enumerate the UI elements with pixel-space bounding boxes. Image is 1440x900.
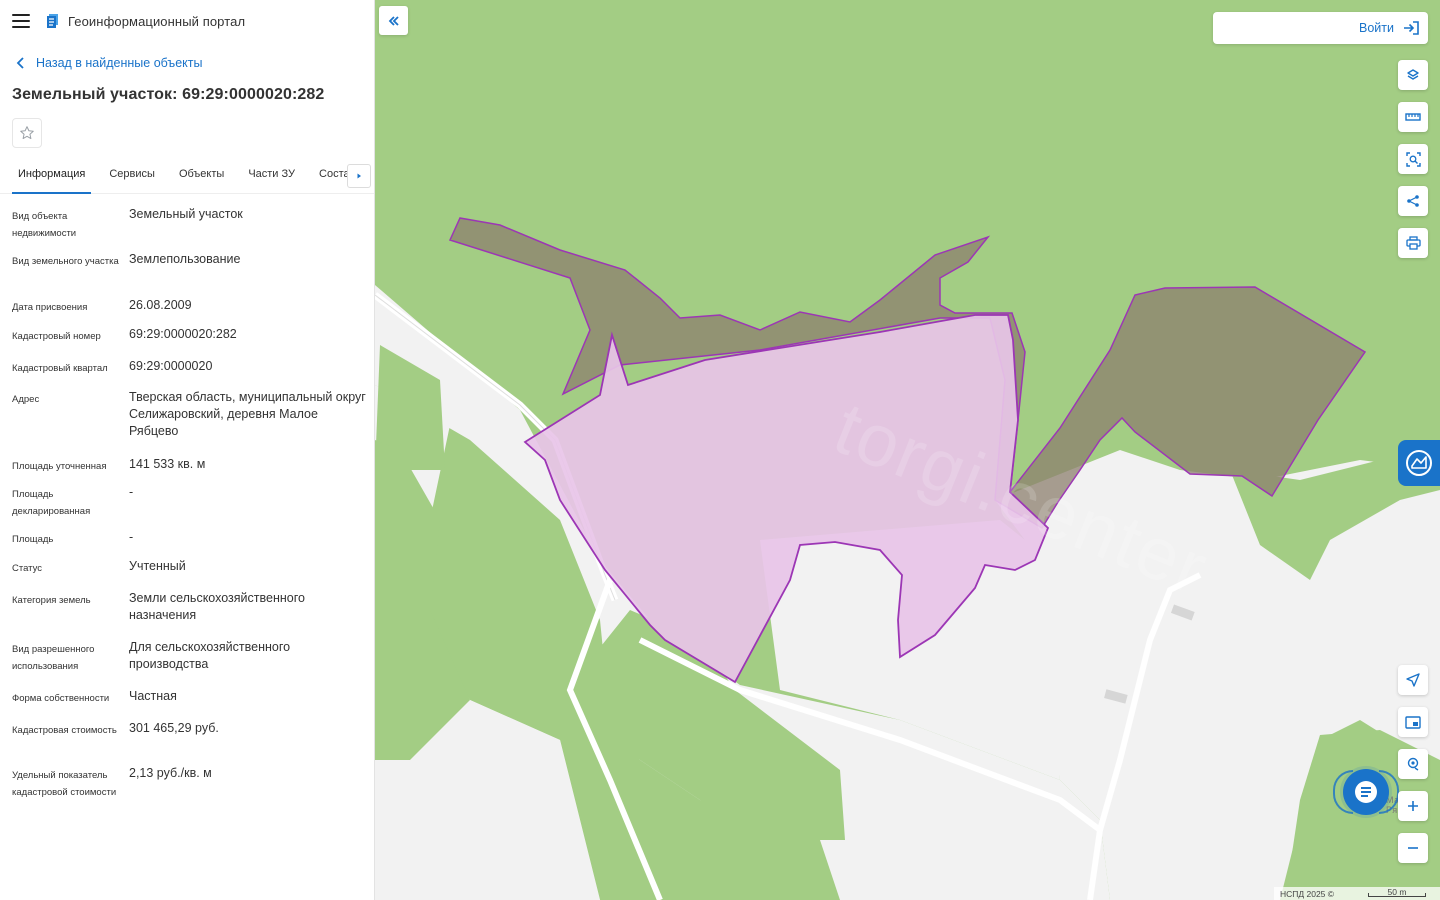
layers-button[interactable] xyxy=(1398,60,1428,90)
back-to-results-link[interactable]: Назад в найденные объекты xyxy=(14,54,374,72)
info-label: Статус xyxy=(12,563,43,574)
map-scale: 50 m xyxy=(1368,887,1426,899)
minimap-button[interactable] xyxy=(1398,707,1428,737)
map-chat-icon xyxy=(1406,450,1432,476)
info-label: Кадастровая стоимость xyxy=(12,725,117,736)
info-label: Кадастровый квартал xyxy=(12,363,108,374)
info-value: 69:29:0000020:282 xyxy=(129,327,237,341)
info-value: 69:29:0000020 xyxy=(129,359,213,373)
double-chevron-left-icon xyxy=(388,15,399,26)
location-pin-icon xyxy=(1407,757,1419,771)
info-label: Удельный показатель кадастровой стоимост… xyxy=(12,770,117,798)
tab-information[interactable]: Информация xyxy=(12,164,92,194)
share-icon xyxy=(1407,195,1419,207)
tabs-scroll-right-button[interactable] xyxy=(347,164,371,188)
info-value: 301 465,29 руб. xyxy=(129,721,219,735)
ruler-button[interactable] xyxy=(1398,102,1428,132)
tabs-bar: Информация Сервисы Объекты Части ЗУ Сост… xyxy=(0,164,374,194)
layers-icon xyxy=(1407,69,1419,80)
chat-button[interactable] xyxy=(1343,769,1389,815)
info-label: Категория земель xyxy=(12,595,91,606)
share-button[interactable] xyxy=(1398,186,1428,216)
info-value: Для сельскохозяйственного производства xyxy=(129,640,291,671)
top-bar: Геоинформационный портал xyxy=(0,0,374,42)
app-root: Геоинформационный портал Назад в найденн… xyxy=(0,0,1440,900)
zoom-in-button[interactable] xyxy=(1398,791,1428,821)
object-title: Земельный участок: 69:29:0000020:282 xyxy=(12,86,325,103)
info-label: Дата присвоения xyxy=(12,302,88,313)
info-label: Форма собственности xyxy=(12,693,110,704)
portal-title[interactable]: Геоинформационный портал xyxy=(68,14,245,29)
print-icon xyxy=(1405,236,1421,250)
scale-bar xyxy=(1368,893,1426,897)
info-label: Площадь декларированная xyxy=(12,489,91,517)
area-select-icon xyxy=(1405,151,1421,167)
area-select-button[interactable] xyxy=(1398,144,1428,174)
login-button[interactable]: Войти xyxy=(1213,12,1428,44)
info-label: Вид земельного участка xyxy=(12,256,119,267)
zoom-out-button[interactable] xyxy=(1398,833,1428,863)
map-chat-side-tab[interactable] xyxy=(1398,440,1440,486)
star-outline-icon xyxy=(20,126,34,140)
caret-right-icon xyxy=(357,173,361,179)
attribution-text: НСПД 2025 © xyxy=(1280,888,1335,899)
zoom-out-icon xyxy=(1408,847,1418,849)
info-value: 26.08.2009 xyxy=(129,298,192,312)
info-value: - xyxy=(129,530,134,544)
picture-in-picture-icon xyxy=(1405,715,1421,729)
map-view[interactable]: torgi.center Малое Рябцево xyxy=(375,0,1440,900)
info-value: - xyxy=(129,485,134,499)
info-value: Земельный участок xyxy=(129,207,243,221)
info-value: Учтенный xyxy=(129,559,186,573)
sidebar-panel: Геоинформационный портал Назад в найденн… xyxy=(0,0,375,900)
portal-logo-icon[interactable] xyxy=(46,13,60,29)
tab-services[interactable]: Сервисы xyxy=(103,164,161,194)
login-label: Войти xyxy=(1359,21,1394,35)
info-value: Частная xyxy=(129,689,177,703)
info-label: Кадастровый номер xyxy=(12,331,101,342)
info-value: 2,13 руб./кв. м xyxy=(129,766,212,780)
info-value: 141 533 кв. м xyxy=(129,457,206,471)
navigate-arrow-icon xyxy=(1406,673,1420,687)
favorite-button[interactable] xyxy=(12,118,42,148)
chat-bubble-icon xyxy=(1355,781,1377,803)
back-link-label: Назад в найденные объекты xyxy=(36,56,203,70)
info-label: Вид объекта недвижимости xyxy=(12,211,77,239)
print-button[interactable] xyxy=(1398,228,1428,258)
location-button[interactable] xyxy=(1398,749,1428,779)
info-label: Вид разрешенного использования xyxy=(12,644,95,672)
chevron-left-icon xyxy=(16,57,24,69)
info-label: Площадь xyxy=(12,534,54,545)
navigate-button[interactable] xyxy=(1398,665,1428,695)
info-value: Тверская область, муниципальный округ Се… xyxy=(129,390,366,438)
map-canvas[interactable] xyxy=(375,0,1440,900)
ruler-icon xyxy=(1405,113,1421,121)
tab-objects[interactable]: Объекты xyxy=(173,164,230,194)
hamburger-menu-icon[interactable] xyxy=(12,14,30,28)
login-arrow-icon xyxy=(1404,21,1419,35)
tab-parcel-parts[interactable]: Части ЗУ xyxy=(242,164,301,194)
zoom-in-icon xyxy=(1408,801,1418,811)
info-value: Земли сельскохозяйственного назначения xyxy=(129,591,305,622)
info-label: Площадь уточненная xyxy=(12,461,107,472)
collapse-sidebar-button[interactable] xyxy=(379,6,408,35)
info-value: Землепользование xyxy=(129,252,241,266)
info-label: Адрес xyxy=(12,394,40,405)
